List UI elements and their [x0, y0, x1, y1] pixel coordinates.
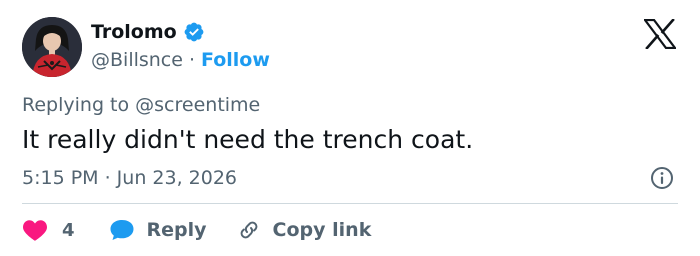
author-handle[interactable]: @Billsnce: [91, 48, 183, 72]
author-name-row: Trolomo: [91, 20, 205, 44]
reply-context[interactable]: Replying to @screentime: [22, 93, 260, 117]
avatar-illustration: [22, 17, 82, 77]
link-icon: [240, 221, 257, 239]
info-icon[interactable]: [650, 166, 674, 190]
tweet-text: It really didn't need the trench coat.: [22, 125, 474, 154]
speech-bubble-icon: [110, 220, 134, 240]
copy-link-button[interactable]: Copy link: [237, 218, 372, 242]
follow-button[interactable]: Follow: [201, 48, 270, 72]
reply-button[interactable]: Reply: [109, 218, 207, 242]
like-count: 4: [62, 219, 75, 241]
reply-label: Reply: [146, 219, 207, 241]
x-logo-icon[interactable]: [642, 18, 678, 50]
divider: [22, 203, 678, 204]
copy-link-label: Copy link: [272, 219, 372, 241]
avatar[interactable]: [22, 17, 82, 77]
action-bar: 4 Reply Copy link: [22, 216, 371, 244]
separator-dot: ·: [188, 49, 195, 71]
heart-icon: [23, 220, 47, 241]
display-name[interactable]: Trolomo: [91, 20, 177, 44]
verified-badge-icon: [183, 21, 205, 43]
like-button[interactable]: 4: [22, 218, 75, 242]
tweet-timestamp[interactable]: 5:15 PM · Jun 23, 2026: [22, 166, 237, 190]
handle-row: @Billsnce · Follow: [91, 48, 270, 72]
